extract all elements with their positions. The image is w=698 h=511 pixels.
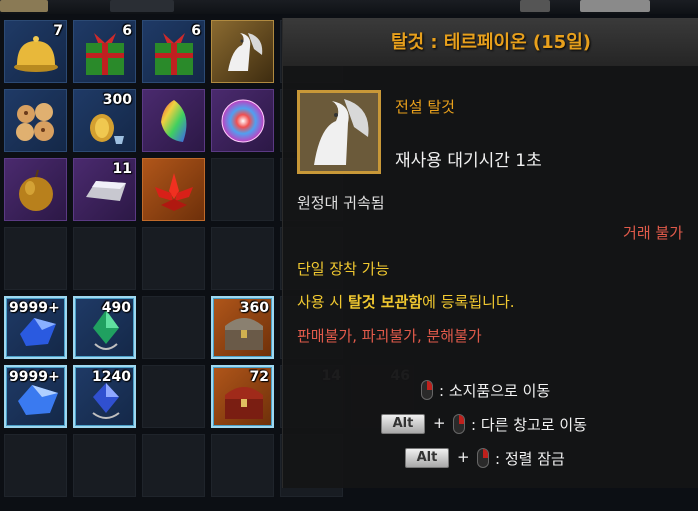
mount-thumbnail — [297, 90, 381, 174]
item-count: 1240 — [92, 369, 131, 385]
inventory-slot[interactable]: 300 — [73, 89, 136, 152]
inventory-slot[interactable] — [142, 296, 205, 359]
inventory-slot[interactable]: 9999+ — [4, 365, 67, 428]
item-count: 300 — [102, 92, 132, 108]
inventory-slot[interactable] — [4, 227, 67, 290]
inventory-slot[interactable] — [211, 158, 274, 221]
flag-no-dismantle: 분해불가 — [426, 327, 482, 345]
top-strip — [0, 0, 698, 14]
inventory-slot[interactable] — [4, 158, 67, 221]
use-effect-prefix: 사용 시 — [297, 293, 348, 311]
inventory-slot[interactable] — [142, 365, 205, 428]
inventory-slot[interactable]: 9999+ — [4, 296, 67, 359]
inventory-slot[interactable] — [142, 434, 205, 497]
inventory-slot[interactable]: 11 — [73, 158, 136, 221]
pegasus-mount-icon — [228, 33, 263, 71]
inventory-slot[interactable]: 6 — [73, 20, 136, 83]
use-effect-suffix: 에 등록됩니다. — [422, 293, 515, 311]
item-count: 72 — [249, 369, 269, 385]
hint-move-to-other-storage: : 다른 창고로 이동 — [471, 416, 587, 434]
hint-sort-lock: : 정렬 잠금 — [495, 450, 565, 468]
inventory-slot[interactable] — [73, 434, 136, 497]
item-count: 9999+ — [9, 300, 60, 316]
right-mouse-icon — [421, 380, 433, 400]
cooldown-text: 재사용 대기시간 1초 — [395, 151, 542, 171]
hint-move-to-inventory: : 소지품으로 이동 — [439, 382, 551, 400]
use-effect-target: 탈것 보관함 — [347, 293, 423, 311]
item-count: 490 — [101, 300, 131, 316]
item-tooltip: 탈것 : 테르페이온 (15일) 전설 탈것 재사용 대기시간 1초 원정대 귀… — [282, 18, 698, 488]
plus-sign: + — [433, 414, 446, 432]
right-mouse-icon — [477, 448, 489, 468]
bind-status: 원정대 귀속됨 — [297, 194, 385, 212]
restriction-flags: 판매불가, 파괴불가, 분해불가 — [297, 325, 482, 346]
inventory-slot[interactable]: 490 — [73, 296, 136, 359]
right-mouse-icon — [453, 414, 465, 434]
item-count: 9999+ — [9, 369, 60, 385]
inventory-slot[interactable]: 1240 — [73, 365, 136, 428]
tab[interactable] — [0, 0, 48, 12]
inventory-slot[interactable] — [211, 89, 274, 152]
red-lotus-icon — [155, 173, 193, 211]
inventory-slot[interactable] — [142, 158, 205, 221]
item-count: 7 — [53, 23, 63, 39]
inventory-slot[interactable] — [211, 20, 274, 83]
inventory-slot[interactable] — [211, 434, 274, 497]
inventory-slot[interactable] — [4, 89, 67, 152]
inventory-slot[interactable] — [142, 89, 205, 152]
trade-status: 거래 불가 — [623, 224, 683, 242]
inventory-slot[interactable]: 72 — [211, 365, 274, 428]
inventory-slot[interactable] — [73, 227, 136, 290]
tab[interactable] — [110, 0, 174, 12]
inventory-slot[interactable] — [4, 434, 67, 497]
use-effect: 사용 시 탈것 보관함에 등록됩니다. — [297, 291, 515, 312]
item-count: 6 — [191, 23, 201, 39]
alt-key-icon: Alt — [405, 448, 449, 468]
item-count: 360 — [239, 300, 269, 316]
flag-no-sell: 판매불가 — [297, 327, 353, 345]
equip-info: 단일 장착 가능 — [297, 260, 390, 278]
item-grade: 전설 탈것 — [395, 98, 455, 116]
flag-separator: , — [416, 327, 427, 345]
tab[interactable] — [520, 0, 550, 12]
inventory-slot[interactable]: 6 — [142, 20, 205, 83]
inventory-slot[interactable] — [142, 227, 205, 290]
tab[interactable] — [580, 0, 650, 12]
inventory-slot[interactable]: 7 — [4, 20, 67, 83]
item-count: 6 — [122, 23, 132, 39]
plus-sign: + — [457, 448, 470, 466]
tooltip-title: 탈것 : 테르페이온 (15일) — [391, 32, 591, 53]
flag-no-destroy: 파괴불가 — [361, 327, 417, 345]
rainbow-gem-icon — [221, 99, 265, 143]
alt-key-icon: Alt — [381, 414, 425, 434]
pegasus-mount-icon — [300, 93, 378, 171]
golden-apple-icon — [19, 169, 53, 211]
flag-separator: , — [352, 327, 362, 345]
item-count: 11 — [112, 161, 132, 177]
cookies-icon — [16, 103, 54, 141]
rainbow-feather-icon — [161, 100, 187, 142]
inventory-slot[interactable] — [211, 227, 274, 290]
inventory-slot[interactable]: 360 — [211, 296, 274, 359]
